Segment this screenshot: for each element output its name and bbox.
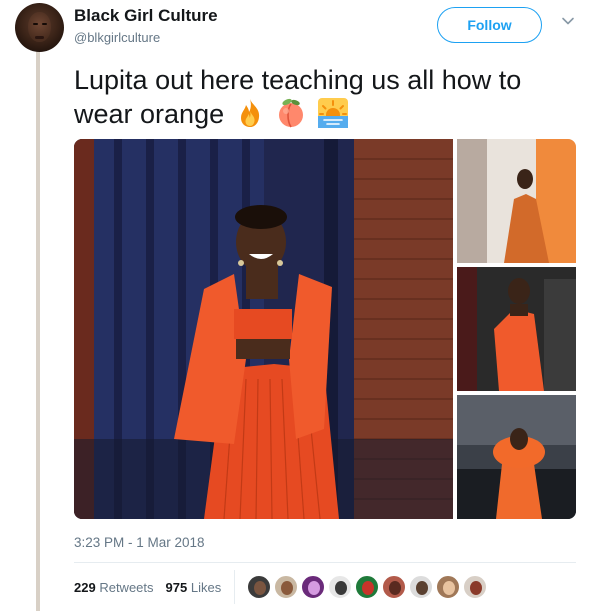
liker-avatar[interactable] (355, 575, 379, 599)
liker-avatar[interactable] (436, 575, 460, 599)
handle[interactable]: @blkgirlculture (74, 30, 160, 45)
liker-face (470, 581, 482, 595)
liker-face (308, 581, 320, 595)
tweet-text: Lupita out here teaching us all how to w… (74, 64, 574, 131)
liker-avatar[interactable] (382, 575, 406, 599)
chevron-down-icon[interactable] (561, 14, 575, 28)
avatar-eye (33, 23, 38, 25)
liker-avatar[interactable] (328, 575, 352, 599)
liker-avatar[interactable] (301, 575, 325, 599)
liker-face (254, 581, 266, 595)
retweets-label[interactable]: Retweets (99, 580, 153, 595)
thumb-photo-1[interactable] (457, 139, 576, 263)
liker-face (389, 581, 401, 595)
liker-face (281, 581, 293, 595)
display-name[interactable]: Black Girl Culture (74, 6, 218, 26)
liker-face (362, 581, 374, 595)
liker-avatars (247, 575, 487, 599)
sunrise-emoji (317, 98, 348, 128)
divider (74, 562, 576, 563)
likes-count[interactable]: 975 (166, 580, 188, 595)
avatar-lips (35, 36, 44, 39)
liker-face (416, 581, 428, 595)
peach-emoji (279, 98, 304, 128)
stats-divider (234, 570, 235, 604)
follow-button[interactable]: Follow (437, 7, 542, 43)
thread-line (36, 50, 40, 611)
liker-face (335, 581, 347, 595)
main-photo[interactable] (74, 139, 453, 519)
liker-avatar[interactable] (247, 575, 271, 599)
liker-avatar[interactable] (274, 575, 298, 599)
avatar[interactable] (15, 3, 64, 52)
liker-avatar[interactable] (463, 575, 487, 599)
retweets-count[interactable]: 229 (74, 580, 96, 595)
likes-label[interactable]: Likes (191, 580, 221, 595)
liker-avatar[interactable] (409, 575, 433, 599)
media-svg (74, 139, 576, 519)
liker-face (443, 581, 455, 595)
media-grid[interactable] (74, 139, 576, 519)
stats-bar: 229 Retweets 975 Likes (74, 580, 221, 595)
avatar-eye (42, 23, 47, 25)
thumb-photo-3[interactable] (457, 395, 576, 519)
thumb-photo-2[interactable] (457, 267, 576, 391)
fire-emoji (240, 99, 259, 127)
timestamp[interactable]: 3:23 PM - 1 Mar 2018 (74, 535, 205, 550)
